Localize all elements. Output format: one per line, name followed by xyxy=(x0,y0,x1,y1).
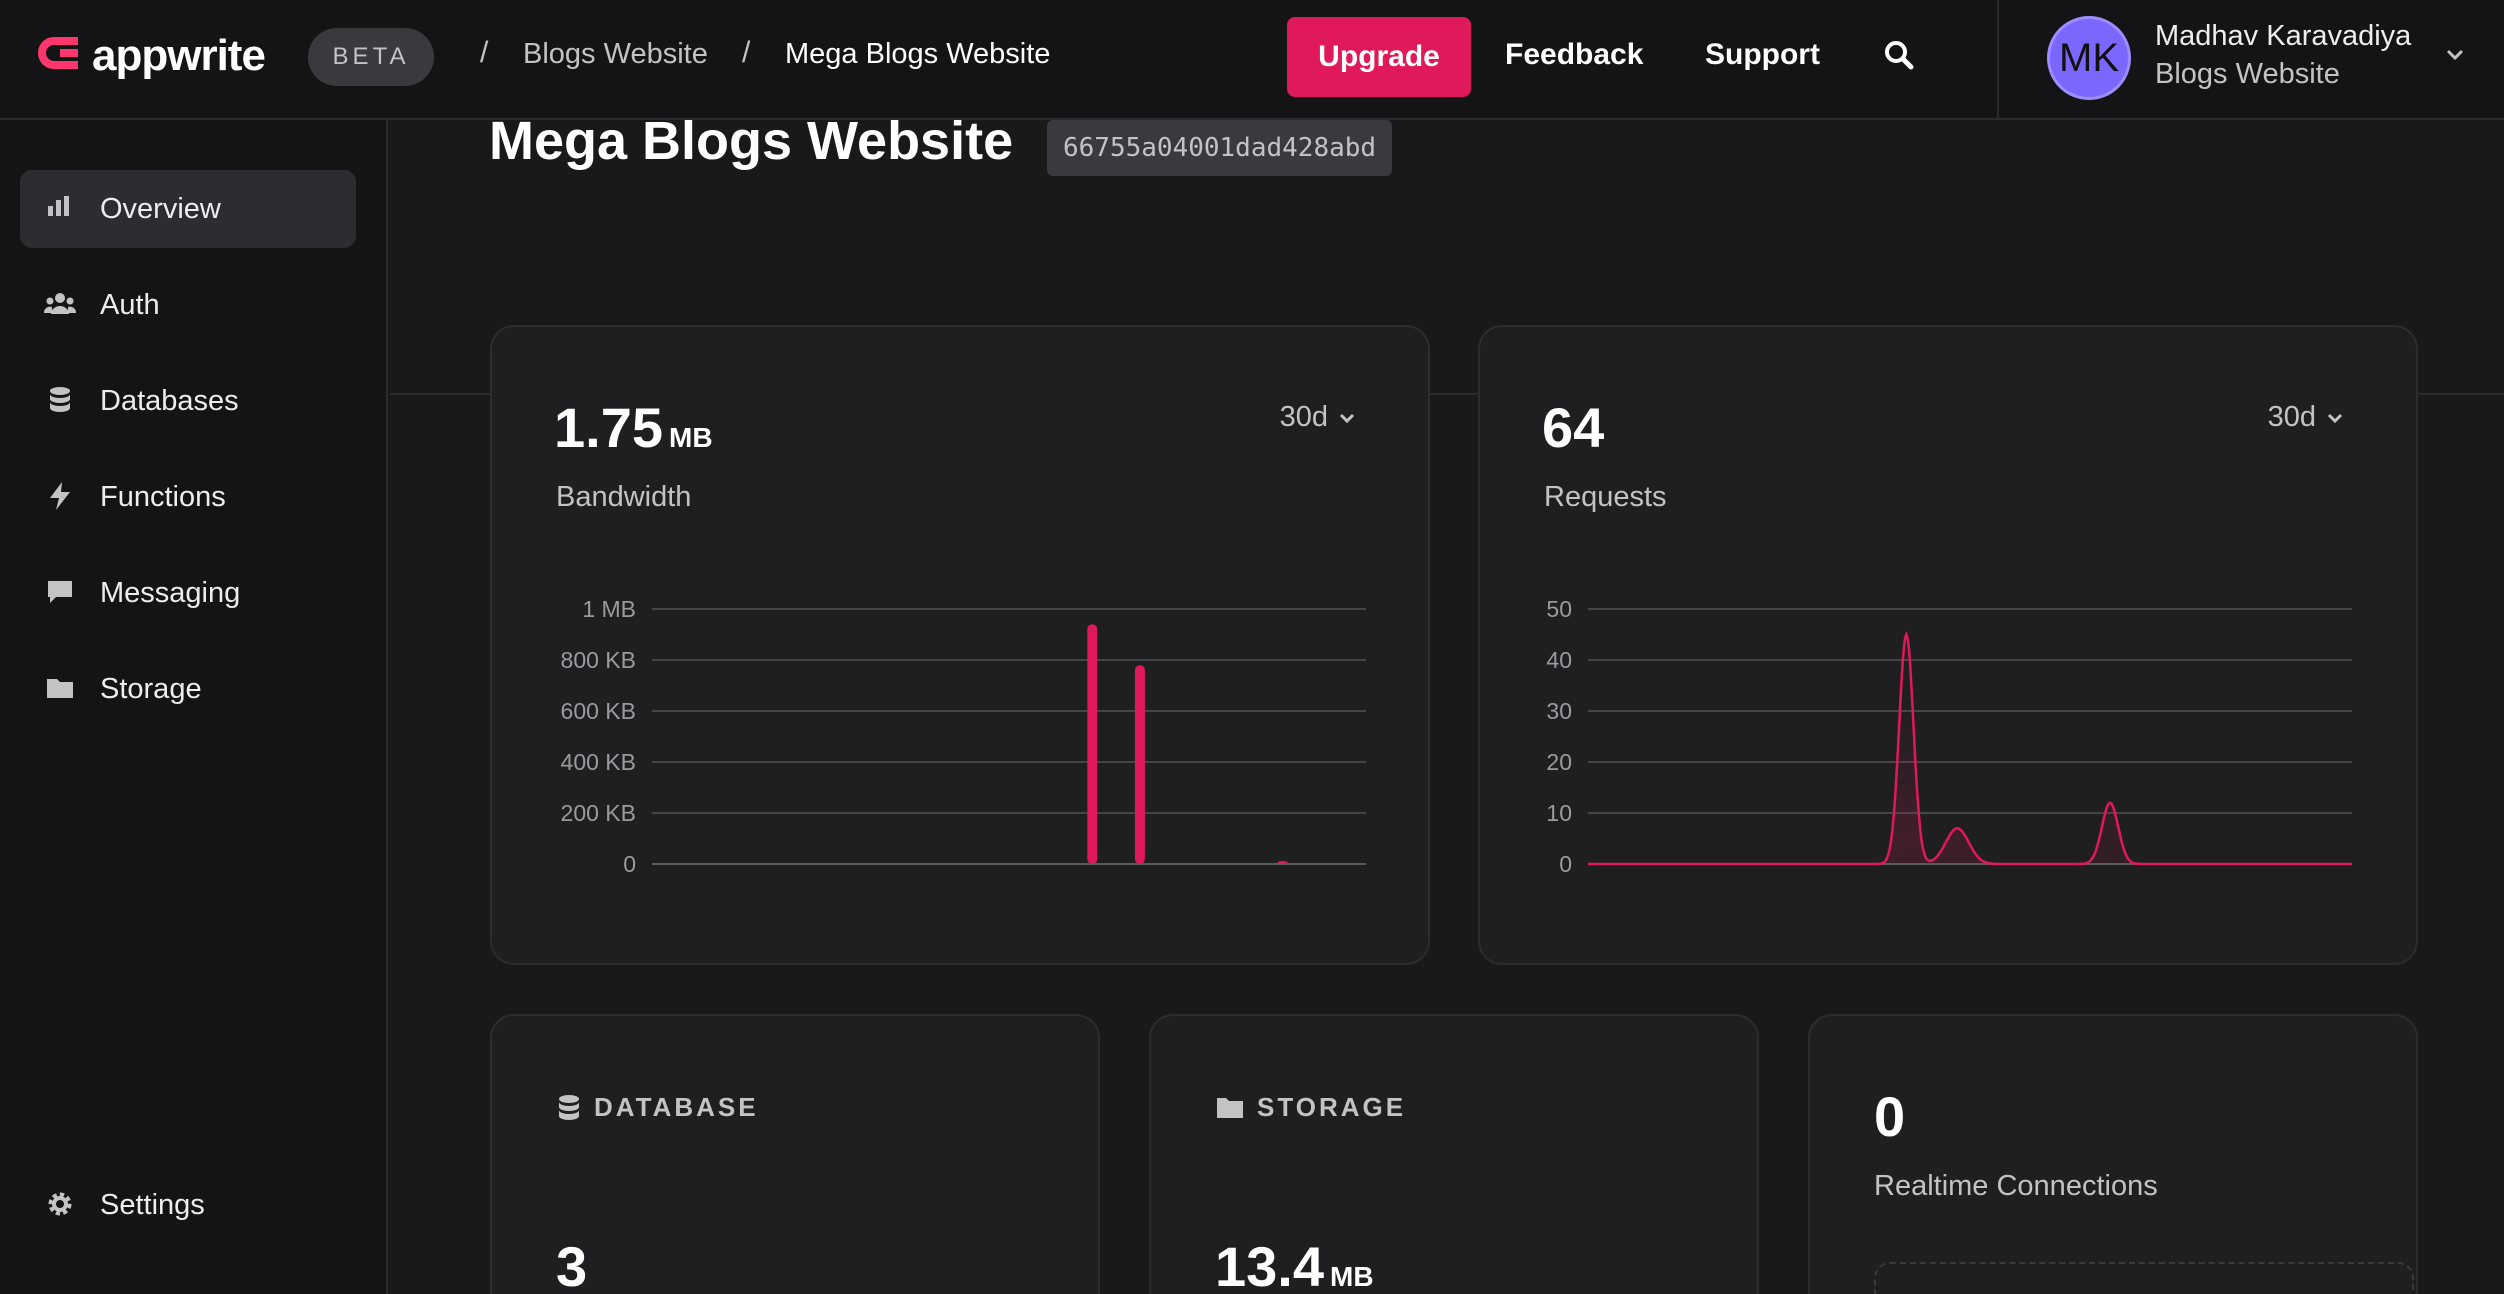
project-id-badge[interactable]: 66755a04001dad428abd xyxy=(1047,120,1393,176)
bandwidth-tick-label: 800 KB xyxy=(561,647,636,673)
lightning-icon xyxy=(50,482,70,510)
appwrite-logo-icon xyxy=(38,37,78,69)
top-bar: appwrite BETA / Blogs Website / Mega Blo… xyxy=(0,0,2504,120)
user-name[interactable]: Madhav Karavadiya xyxy=(2155,20,2411,53)
sidebar-item-label: Overview xyxy=(100,192,221,225)
requests-tick-label: 10 xyxy=(1546,800,1572,826)
appwrite-logo[interactable]: appwrite xyxy=(34,28,266,84)
realtime-count: 0 xyxy=(1874,1085,1906,1148)
support-button[interactable]: Support xyxy=(1705,38,1820,72)
requests-tick-label: 50 xyxy=(1546,596,1572,622)
beta-badge: BETA xyxy=(308,28,434,86)
avatar[interactable]: MK xyxy=(2047,16,2131,100)
requests-tick-label: 0 xyxy=(1559,851,1572,877)
search-icon[interactable] xyxy=(1880,36,1920,76)
realtime-placeholder-box xyxy=(1874,1262,2414,1294)
bar-chart-icon xyxy=(48,196,69,216)
realtime-label: Realtime Connections xyxy=(1874,1170,2158,1202)
sidebar-settings-label: Settings xyxy=(100,1188,205,1221)
sidebar-item-messaging[interactable]: Messaging xyxy=(20,554,356,632)
bandwidth-bar xyxy=(1134,665,1145,864)
database-card[interactable]: DATABASE 3 xyxy=(490,1014,1100,1294)
upgrade-button[interactable]: Upgrade xyxy=(1287,17,1471,97)
breadcrumb-separator: / xyxy=(480,36,489,69)
bandwidth-tick-label: 400 KB xyxy=(561,749,636,775)
requests-area xyxy=(1588,634,2352,864)
storage-number: 13.4 xyxy=(1215,1235,1324,1294)
storage-value: 13.4 MB xyxy=(1215,1234,1374,1294)
storage-unit: MB xyxy=(1330,1261,1374,1292)
folder-icon xyxy=(1217,1097,1243,1118)
bandwidth-tick-label: 200 KB xyxy=(561,800,636,826)
logo-text: appwrite xyxy=(92,31,266,80)
sidebar-item-settings[interactable]: Settings xyxy=(20,1166,356,1244)
breadcrumb-project[interactable]: Mega Blogs Website xyxy=(785,38,1050,71)
gear-icon xyxy=(48,1192,72,1216)
chevron-down-icon[interactable] xyxy=(2440,40,2470,70)
requests-card: 64 Requests 30d 0 10 20 30 40 50 xyxy=(1478,325,2418,965)
database-title-text: DATABASE xyxy=(594,1092,759,1122)
bandwidth-card: 1.75 MB Bandwidth 30d 0 200 KB 400 KB 600 KB… xyxy=(490,325,1430,965)
sidebar-item-functions[interactable]: Functions xyxy=(20,458,356,536)
requests-chart: 0 10 20 30 40 50 xyxy=(1546,596,2352,877)
breadcrumb-organization[interactable]: Blogs Website xyxy=(523,38,708,71)
bandwidth-bar xyxy=(1277,861,1288,864)
requests-line xyxy=(1588,630,2352,866)
sidebar-item-databases[interactable]: Databases xyxy=(20,362,356,440)
storage-card[interactable]: STORAGE 13.4 MB xyxy=(1149,1014,1759,1294)
bandwidth-chart: 0 200 KB 400 KB 600 KB 800 KB 1 MB xyxy=(561,596,1366,877)
sidebar-item-label: Storage xyxy=(100,672,202,705)
sidebar-item-label: Databases xyxy=(100,384,239,417)
requests-tick-label: 30 xyxy=(1546,698,1572,724)
folder-icon xyxy=(47,679,73,698)
storage-title-text: STORAGE xyxy=(1257,1092,1407,1122)
breadcrumb-separator: / xyxy=(742,36,751,69)
sidebar-item-auth[interactable]: Auth xyxy=(20,266,356,344)
header-divider xyxy=(1997,0,1999,120)
sidebar-item-storage[interactable]: Storage xyxy=(20,650,356,728)
users-icon xyxy=(44,293,76,314)
requests-tick-label: 20 xyxy=(1546,749,1572,775)
bandwidth-bar xyxy=(1087,624,1098,864)
database-icon xyxy=(559,1094,579,1120)
storage-card-title: STORAGE xyxy=(1215,1092,1406,1123)
bandwidth-tick-label: 600 KB xyxy=(561,698,636,724)
chat-bubble-icon xyxy=(48,581,72,603)
database-card-title: DATABASE xyxy=(556,1092,759,1123)
bandwidth-tick-label: 1 MB xyxy=(582,596,636,622)
database-count: 3 xyxy=(556,1235,588,1294)
database-icon xyxy=(50,387,70,412)
page-title: Mega Blogs Website xyxy=(489,111,1014,171)
sidebar-item-label: Messaging xyxy=(100,576,241,609)
requests-tick-label: 40 xyxy=(1546,647,1572,673)
realtime-card: 0 Realtime Connections xyxy=(1808,1014,2418,1294)
sidebar-item-label: Functions xyxy=(100,480,226,513)
sidebar-item-overview[interactable]: Overview xyxy=(20,170,356,248)
user-organization[interactable]: Blogs Website xyxy=(2155,58,2340,91)
feedback-button[interactable]: Feedback xyxy=(1505,38,1643,72)
sidebar-item-label: Auth xyxy=(100,288,160,321)
bandwidth-tick-label: 0 xyxy=(623,851,636,877)
sidebar: Overview Auth Databases Functions Messag… xyxy=(0,120,388,1294)
